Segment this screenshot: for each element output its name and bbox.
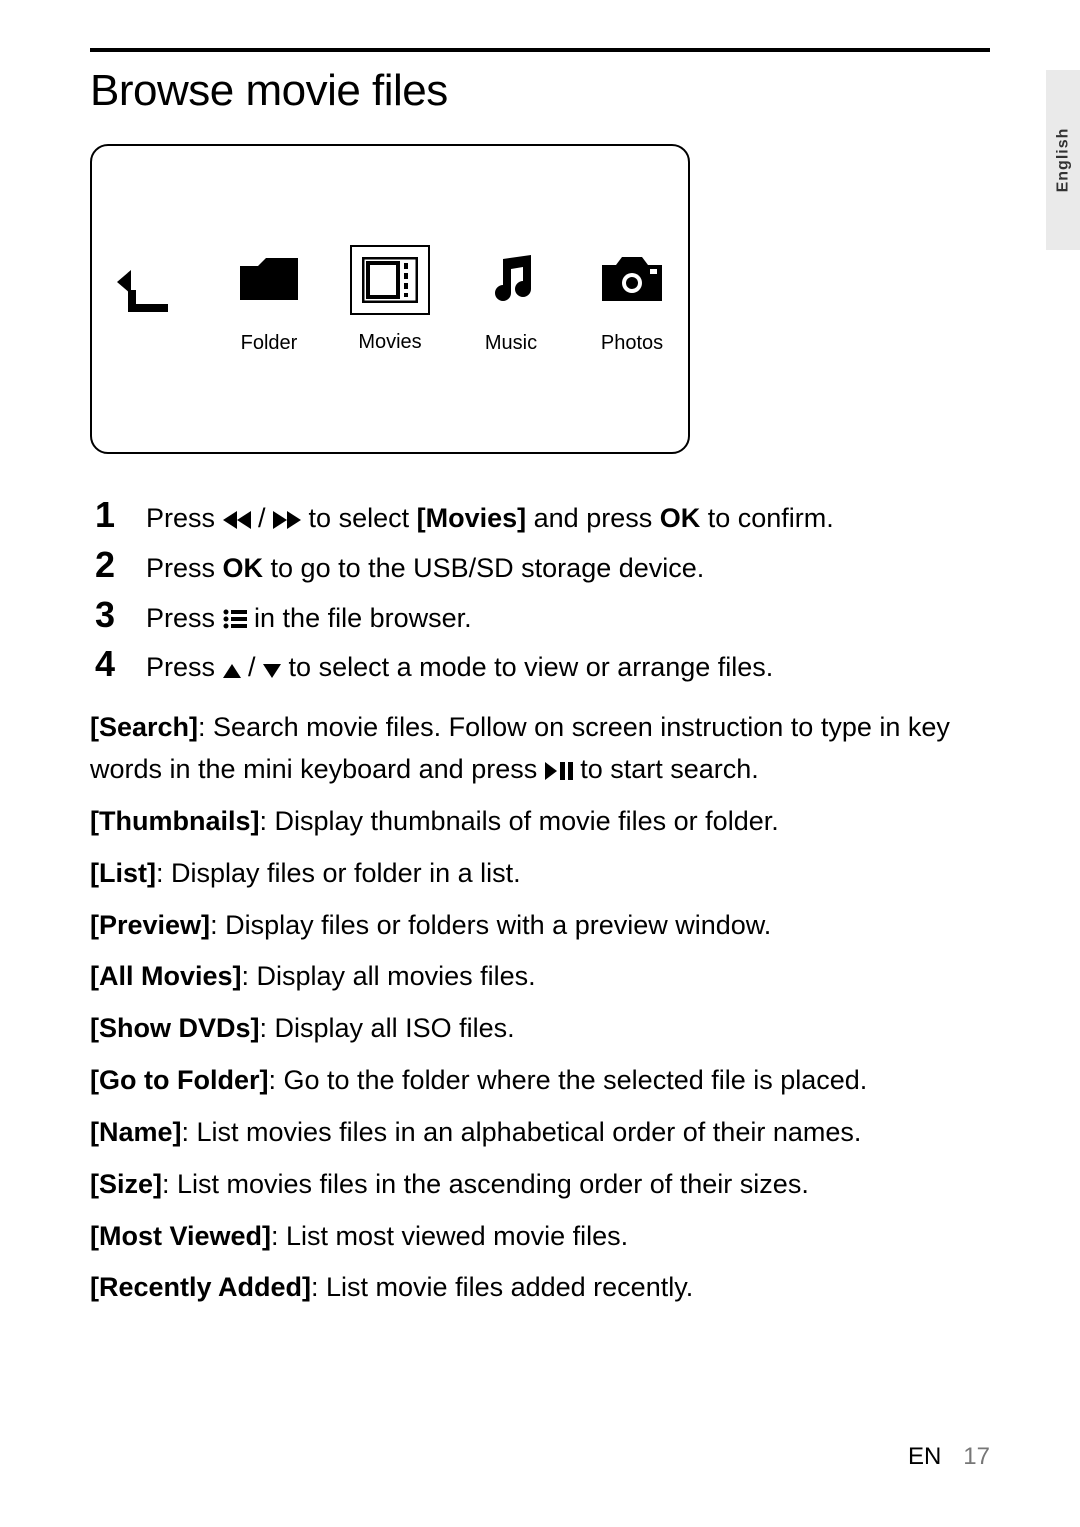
step-number: 2	[90, 544, 120, 586]
up-triangle-icon	[223, 652, 241, 682]
category-music: Music	[464, 244, 559, 355]
step-number: 3	[90, 594, 120, 636]
option-most-viewed: [Most Viewed]: List most viewed movie fi…	[90, 1216, 990, 1258]
category-back	[101, 255, 196, 343]
section-rule	[90, 48, 990, 52]
option-go-to-folder: [Go to Folder]: Go to the folder where t…	[90, 1060, 990, 1102]
option-name: [Name]: List movies files in an alphabet…	[90, 1112, 990, 1154]
back-arrow-icon	[117, 255, 179, 325]
category-music-label: Music	[485, 332, 537, 355]
step-text: Press / to select a mode to view or arra…	[146, 649, 773, 687]
language-tab-label: English	[1054, 128, 1072, 193]
rewind-icon	[223, 503, 251, 533]
manual-page: English Browse movie files Folder	[0, 0, 1080, 1527]
step-number: 1	[90, 494, 120, 536]
camera-icon	[602, 244, 662, 314]
step-3: 3 Press in the file browser.	[90, 594, 990, 638]
step-text: Press / to select [Movies] and press OK …	[146, 500, 834, 538]
menu-list-icon	[223, 603, 247, 633]
folder-icon	[240, 244, 298, 314]
step-1: 1 Press / to select [Movies] and press O…	[90, 494, 990, 538]
step-2: 2 Press OK to go to the USB/SD storage d…	[90, 544, 990, 588]
step-text: Press in the file browser.	[146, 600, 472, 638]
category-folder: Folder	[222, 244, 317, 355]
category-photos: Photos	[585, 244, 680, 355]
category-photos-label: Photos	[601, 332, 663, 355]
option-thumbnails: [Thumbnails]: Display thumbnails of movi…	[90, 801, 990, 843]
options-list: [Search]: Search movie files. Follow on …	[90, 707, 990, 1309]
option-search: [Search]: Search movie files. Follow on …	[90, 707, 990, 791]
steps-list: 1 Press / to select [Movies] and press O…	[90, 494, 990, 687]
option-show-dvds: [Show DVDs]: Display all ISO files.	[90, 1008, 990, 1050]
category-movies: Movies	[343, 245, 438, 354]
option-all-movies: [All Movies]: Display all movies files.	[90, 956, 990, 998]
category-browser: Folder Movies Music	[90, 144, 690, 454]
category-folder-label: Folder	[241, 332, 298, 355]
step-text: Press OK to go to the USB/SD storage dev…	[146, 550, 704, 588]
footer-lang: EN	[908, 1443, 941, 1470]
music-icon	[487, 244, 535, 314]
step-4: 4 Press / to select a mode to view or ar…	[90, 643, 990, 687]
option-recently-added: [Recently Added]: List movie files added…	[90, 1267, 990, 1309]
option-preview: [Preview]: Display files or folders with…	[90, 905, 990, 947]
down-triangle-icon	[263, 652, 281, 682]
option-list: [List]: Display files or folder in a lis…	[90, 853, 990, 895]
language-tab: English	[1046, 70, 1080, 250]
footer-page-number: 17	[963, 1443, 990, 1470]
page-title: Browse movie files	[90, 66, 990, 116]
movie-icon	[350, 245, 430, 315]
fast-forward-icon	[273, 503, 301, 533]
category-movies-label: Movies	[358, 331, 421, 354]
page-footer: EN 17	[908, 1443, 990, 1471]
option-size: [Size]: List movies files in the ascendi…	[90, 1164, 990, 1206]
play-pause-icon	[545, 754, 573, 784]
step-number: 4	[90, 643, 120, 685]
